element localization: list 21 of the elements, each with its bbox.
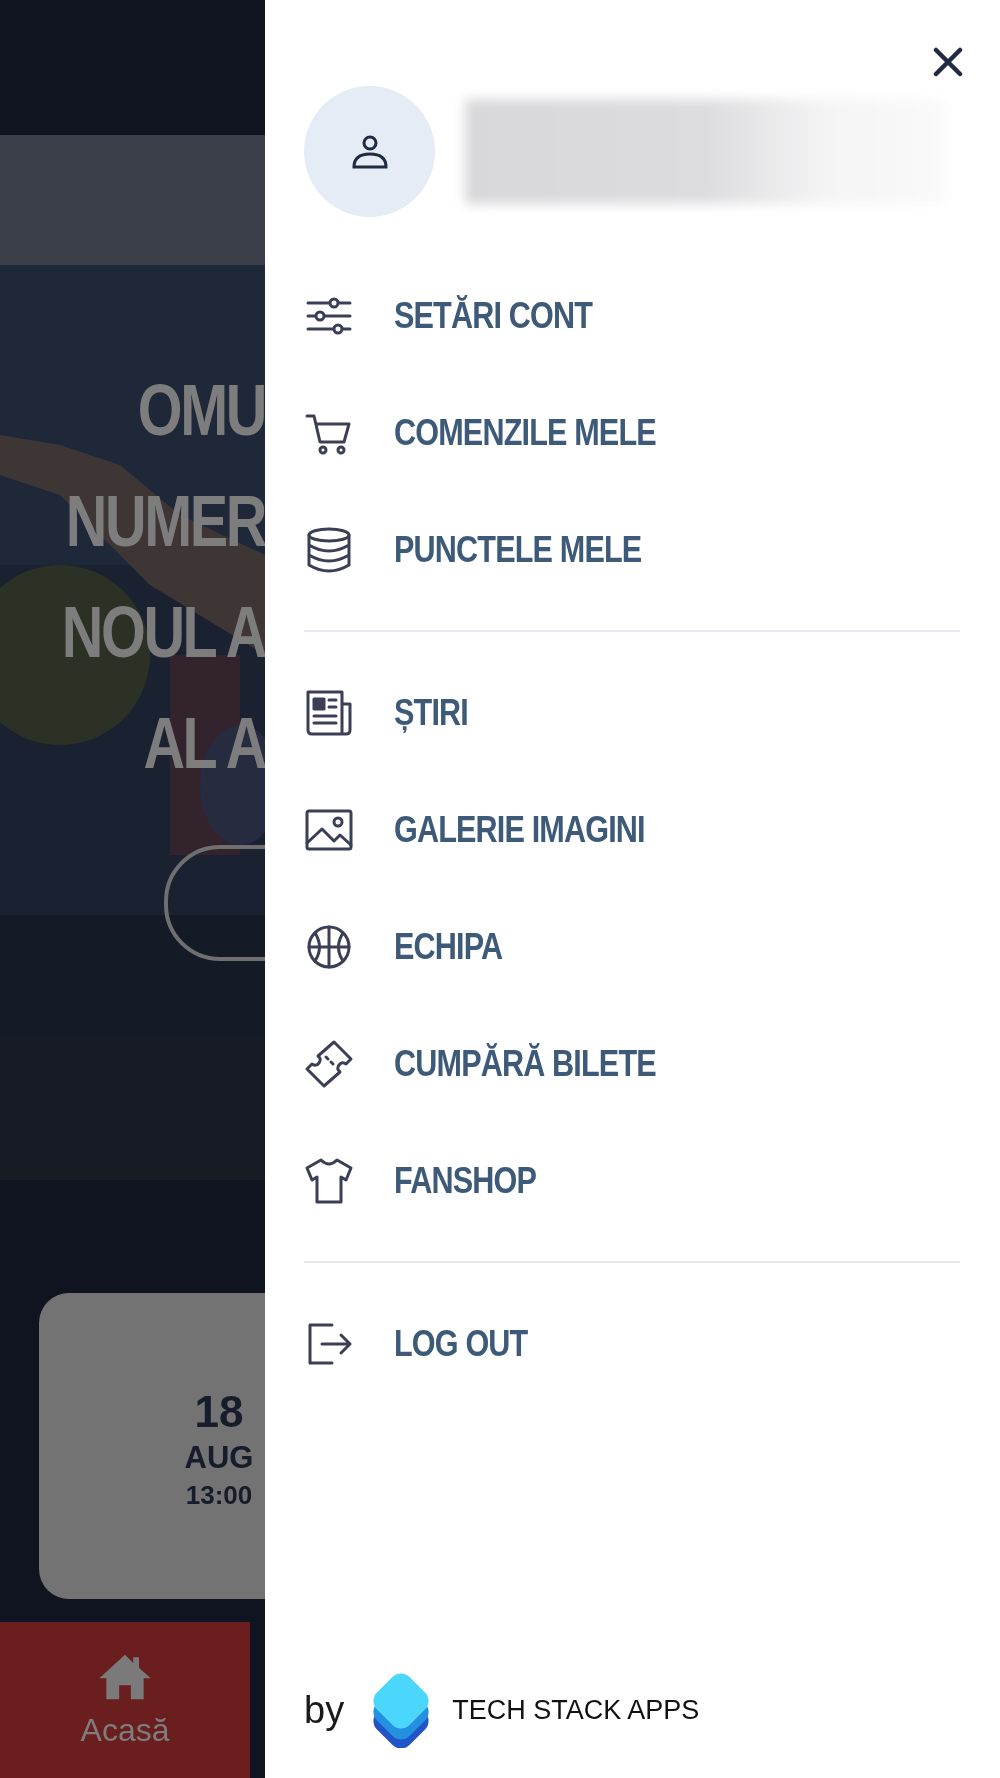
headline-text: NUMER (65, 480, 265, 563)
event-day: 18 (159, 1386, 265, 1438)
event-card[interactable]: 18 AUG 13:00 (39, 1293, 265, 1599)
menu-item[interactable]: COMENZILE MELE (304, 374, 960, 491)
brand-name: TECH STACK APPS (452, 1694, 700, 1726)
user-icon (350, 133, 389, 170)
menu-item[interactable]: FANSHOP (304, 1122, 960, 1239)
menu-item[interactable]: ECHIPA (304, 888, 960, 1005)
headline-text: AL A (143, 702, 265, 785)
menu-item[interactable]: CUMPĂRĂ BILETE (304, 1005, 960, 1122)
ticket-icon (304, 1038, 354, 1089)
menu-item[interactable]: PUNCTELE MELE (304, 491, 960, 608)
credit-text: by (304, 1688, 345, 1732)
menu-item[interactable]: LOG OUT (304, 1285, 960, 1402)
menu-item[interactable]: SETĂRI CONT (304, 257, 960, 374)
event-month: AUG (183, 1439, 255, 1477)
headline-text: OMU (137, 369, 265, 452)
event-time: 13:00 (184, 1479, 254, 1512)
headline-text: NOUL A (61, 591, 265, 674)
menu-item[interactable]: GALERIE IMAGINI (304, 771, 960, 888)
menu-item[interactable]: ȘTIRI (304, 654, 960, 771)
